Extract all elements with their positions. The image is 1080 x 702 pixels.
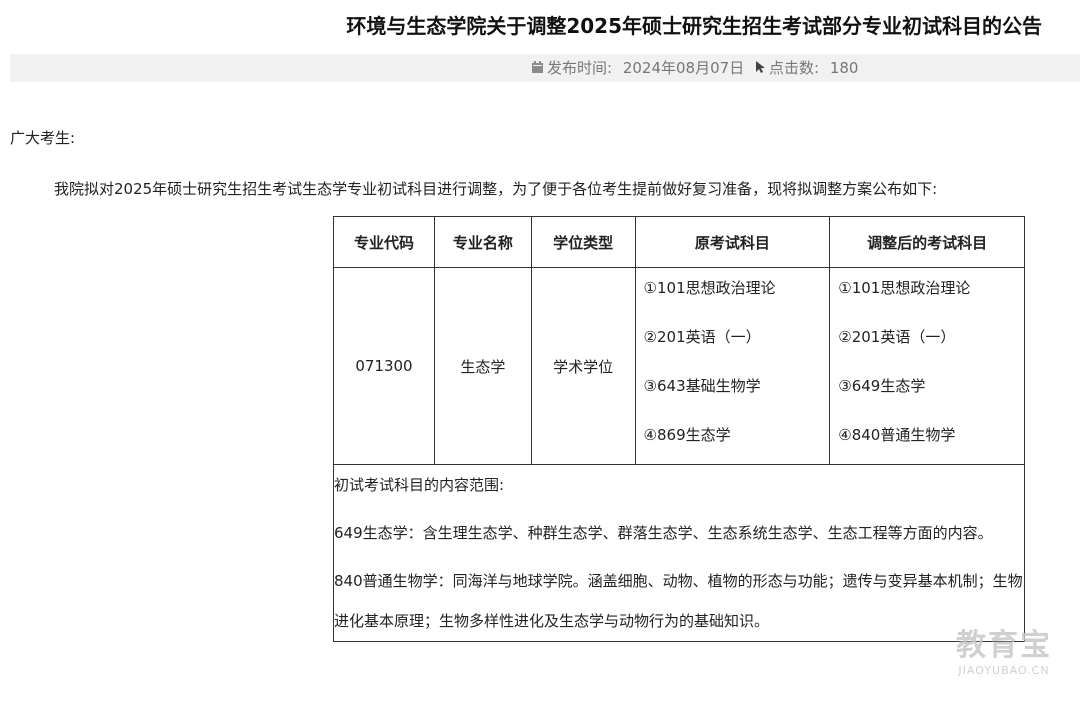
click-count: 180: [829, 59, 859, 77]
watermark-logo: 教育宝 JIAOYUBAO.CN: [945, 628, 1063, 684]
watermark-text: 教育宝: [956, 628, 1052, 663]
scope-item-840: 840普通生物学：同海洋与地球学院。涵盖细胞、动物、植物的形态与功能；遗传与变异…: [334, 572, 1023, 630]
list-item: ④869生态学: [643, 426, 731, 444]
clicks-label: 点击数:: [768, 59, 820, 77]
scope-cell: 初试考试科目的内容范围: 649生态学：含生理生态学、种群生态学、群落生态学、生…: [333, 464, 1025, 642]
list-item: ②201英语（一）: [838, 328, 956, 346]
table-header-row: 专业代码 专业名称 学位类型 原考试科目 调整后的考试科目: [333, 216, 1025, 268]
table-row: 071300 生态学 学术学位 ①101思想政治理论 ②201英语（一） ③64…: [333, 267, 1025, 465]
cell-degree: 学术学位: [530, 267, 636, 465]
list-item: ③649生态学: [838, 377, 926, 395]
intro-paragraph: 我院拟对2025年硕士研究生招生考试生态学专业初试科目进行调整，为了便于各位考生…: [54, 180, 938, 198]
cell-name: 生态学: [433, 267, 532, 465]
list-item: ①101思想政治理论: [838, 279, 971, 297]
cursor-icon: [755, 55, 766, 83]
watermark-url: JIAOYUBAO.CN: [958, 664, 1050, 677]
list-item: ①101思想政治理论: [643, 279, 776, 297]
scope-row: 初试考试科目的内容范围: 649生态学：含生理生态学、种群生态学、群落生态学、生…: [333, 464, 1025, 642]
header-adjusted: 调整后的考试科目: [829, 216, 1025, 268]
list-item: ②201英语（一）: [643, 328, 761, 346]
list-item: ④840普通生物学: [838, 426, 956, 444]
greeting: 广大考生:: [10, 129, 76, 147]
cell-original-subjects: ①101思想政治理论 ②201英语（一） ③643基础生物学 ④869生态学: [634, 267, 831, 465]
scope-heading: 初试考试科目的内容范围:: [334, 476, 505, 494]
cell-adjusted-subjects: ①101思想政治理论 ②201英语（一） ③649生态学 ④840普通生物学: [829, 267, 1025, 465]
page-title: 环境与生态学院关于调整2025年硕士研究生招生考试部分专业初试科目的公告: [346, 14, 1042, 38]
meta-bar: 发布时间: 2024年08月07日 点击数: 180: [10, 54, 1080, 82]
calendar-icon: [531, 55, 544, 83]
meta-info: 发布时间: 2024年08月07日 点击数: 180: [531, 54, 858, 83]
header-code: 专业代码: [333, 216, 435, 268]
scope-item-649: 649生态学：含生理生态学、种群生态学、群落生态学、生态系统生态学、生态工程等方…: [334, 524, 993, 542]
publish-date: 2024年08月07日: [622, 59, 745, 77]
header-original: 原考试科目: [634, 216, 831, 268]
header-degree: 学位类型: [530, 216, 636, 268]
subjects-table: 专业代码 专业名称 学位类型 原考试科目 调整后的考试科目 071300 生态学…: [333, 216, 1025, 642]
cell-code: 071300: [333, 267, 435, 465]
publish-label: 发布时间:: [547, 59, 613, 77]
header-name: 专业名称: [433, 216, 532, 268]
list-item: ③643基础生物学: [643, 377, 761, 395]
